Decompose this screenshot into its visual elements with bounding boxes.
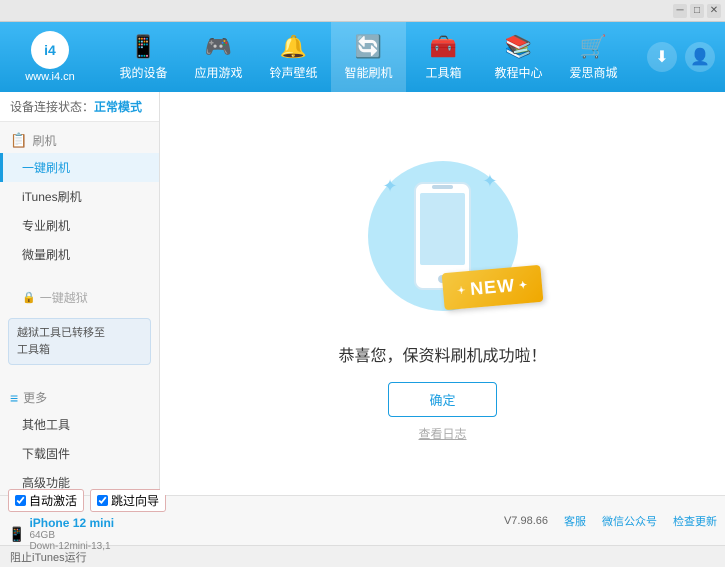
header: i4 www.i4.cn 📱 我的设备 🎮 应用游戏 🔔 铃声壁纸 🔄 智能刷机… bbox=[0, 22, 725, 92]
sidebar-item-other-tools[interactable]: 其他工具 bbox=[0, 410, 159, 439]
flash-section-icon: 📋 bbox=[10, 132, 27, 149]
nav-my-device-label: 我的设备 bbox=[119, 64, 167, 81]
sparkle-tr: ✦ bbox=[482, 171, 497, 192]
nav-toolbox-label: 工具箱 bbox=[425, 64, 461, 81]
device-details: iPhone 12 mini 64GB Down-12mini-13,1 bbox=[29, 516, 114, 552]
more-section-label: 更多 bbox=[23, 389, 47, 406]
nav-toolbox[interactable]: 🧰 工具箱 bbox=[406, 22, 481, 92]
logo: i4 www.i4.cn bbox=[10, 31, 90, 83]
flash-section: 📋 刷机 一键刷机 iTunes刷机 专业刷机 微量刷机 bbox=[0, 122, 159, 269]
device-name: iPhone 12 mini bbox=[29, 516, 114, 530]
itunes-status: 阻止iTunes运行 bbox=[10, 549, 87, 565]
service-link[interactable]: 客服 bbox=[564, 513, 586, 529]
device-storage: 64GB bbox=[29, 530, 114, 541]
new-badge: NEW bbox=[442, 264, 544, 310]
titlebar: ─ □ ✕ bbox=[0, 0, 725, 22]
ringtone-icon: 🔔 bbox=[280, 34, 307, 60]
sidebar-item-download-firmware[interactable]: 下载固件 bbox=[0, 439, 159, 468]
success-text: 恭喜您，保资料刷机成功啦！ bbox=[338, 342, 546, 366]
more-section-icon: ≡ bbox=[10, 390, 18, 406]
auto-activate-checkbox[interactable] bbox=[15, 495, 26, 506]
flash-section-label: 刷机 bbox=[32, 132, 56, 149]
nav-bar: 📱 我的设备 🎮 应用游戏 🔔 铃声壁纸 🔄 智能刷机 🧰 工具箱 📚 教程中心… bbox=[100, 22, 637, 92]
sidebar-item-recovery-flash[interactable]: 微量刷机 bbox=[0, 240, 159, 269]
device-phone-icon: 📱 bbox=[8, 526, 25, 543]
footer-left: 自动激活 跳过向导 📱 iPhone 12 mini 64GB Down-12m… bbox=[8, 489, 168, 552]
jailbreak-section: 🔒 一键越狱 越狱工具已转移至工具箱 bbox=[0, 277, 159, 371]
more-section-header: ≡ 更多 bbox=[0, 385, 159, 410]
close-button[interactable]: ✕ bbox=[707, 4, 721, 18]
nav-store[interactable]: 🛒 爱思商城 bbox=[556, 22, 631, 92]
checkbox-skip-wizard[interactable]: 跳过向导 bbox=[90, 489, 166, 512]
sidebar-item-itunes-flash[interactable]: iTunes刷机 bbox=[0, 182, 159, 211]
lock-icon: 🔒 bbox=[22, 291, 36, 304]
skip-wizard-label: 跳过向导 bbox=[111, 492, 159, 509]
more-section: ≡ 更多 其他工具 下载固件 高级功能 bbox=[0, 379, 159, 495]
device-status: 设备连接状态：正常模式 bbox=[0, 92, 159, 122]
check-update-link[interactable]: 检查更新 bbox=[673, 513, 717, 529]
header-right: ⬇ 👤 bbox=[647, 42, 715, 72]
content-area: ✦ ✦ NEW 恭喜您，保资料刷机成功啦！ 确定 查看日志 bbox=[160, 92, 725, 495]
logo-url: www.i4.cn bbox=[25, 71, 75, 83]
minimize-button[interactable]: ─ bbox=[673, 4, 687, 18]
nav-ringtone[interactable]: 🔔 铃声壁纸 bbox=[256, 22, 331, 92]
nav-smart-flash-label: 智能刷机 bbox=[344, 64, 392, 81]
jailbreak-label: 一键越狱 bbox=[40, 289, 88, 306]
nav-smart-flash[interactable]: 🔄 智能刷机 bbox=[331, 22, 406, 92]
nav-tutorial-label: 教程中心 bbox=[494, 64, 542, 81]
checkbox-auto-activate[interactable]: 自动激活 bbox=[8, 489, 84, 512]
toolbox-icon: 🧰 bbox=[430, 34, 457, 60]
nav-tutorial[interactable]: 📚 教程中心 bbox=[481, 22, 556, 92]
maximize-button[interactable]: □ bbox=[690, 4, 704, 18]
status-value: 正常模式 bbox=[94, 100, 142, 114]
nav-store-label: 爱思商城 bbox=[569, 64, 617, 81]
nav-ringtone-label: 铃声壁纸 bbox=[269, 64, 317, 81]
footer-right: V7.98.66 客服 微信公众号 检查更新 bbox=[504, 513, 717, 529]
nav-app-games[interactable]: 🎮 应用游戏 bbox=[181, 22, 256, 92]
flash-section-header: 📋 刷机 bbox=[0, 128, 159, 153]
jailbreak-header: 🔒 一键越狱 bbox=[0, 283, 159, 312]
logo-icon: i4 bbox=[31, 31, 69, 69]
sidebar-item-one-key-flash[interactable]: 一键刷机 bbox=[0, 153, 159, 182]
status-label: 设备连接状态： bbox=[10, 100, 94, 114]
footer-area: 自动激活 跳过向导 📱 iPhone 12 mini 64GB Down-12m… bbox=[0, 495, 725, 545]
wechat-link[interactable]: 微信公众号 bbox=[602, 513, 657, 529]
daily-log-link[interactable]: 查看日志 bbox=[418, 425, 466, 442]
nav-my-device[interactable]: 📱 我的设备 bbox=[106, 22, 181, 92]
download-button[interactable]: ⬇ bbox=[647, 42, 677, 72]
main-area: 设备连接状态：正常模式 📋 刷机 一键刷机 iTunes刷机 专业刷机 微量刷机… bbox=[0, 92, 725, 495]
tutorial-icon: 📚 bbox=[505, 34, 532, 60]
nav-app-games-label: 应用游戏 bbox=[194, 64, 242, 81]
smart-flash-icon: 🔄 bbox=[355, 34, 382, 60]
skip-wizard-checkbox[interactable] bbox=[97, 495, 108, 506]
sidebar: 设备连接状态：正常模式 📋 刷机 一键刷机 iTunes刷机 专业刷机 微量刷机… bbox=[0, 92, 160, 495]
illustration: ✦ ✦ NEW bbox=[353, 146, 533, 326]
version-label: V7.98.66 bbox=[504, 515, 548, 527]
sparkle-tl: ✦ bbox=[383, 176, 398, 197]
app-games-icon: 🎮 bbox=[205, 34, 232, 60]
auto-activate-label: 自动激活 bbox=[29, 492, 77, 509]
device-info-row: 📱 iPhone 12 mini 64GB Down-12mini-13,1 bbox=[8, 516, 168, 552]
jailbreak-info: 越狱工具已转移至工具箱 bbox=[8, 318, 151, 365]
checkbox-group: 自动激活 跳过向导 bbox=[8, 489, 168, 512]
user-button[interactable]: 👤 bbox=[685, 42, 715, 72]
confirm-button[interactable]: 确定 bbox=[388, 382, 496, 417]
my-device-icon: 📱 bbox=[130, 34, 157, 60]
store-icon: 🛒 bbox=[580, 34, 607, 60]
sidebar-item-pro-flash[interactable]: 专业刷机 bbox=[0, 211, 159, 240]
